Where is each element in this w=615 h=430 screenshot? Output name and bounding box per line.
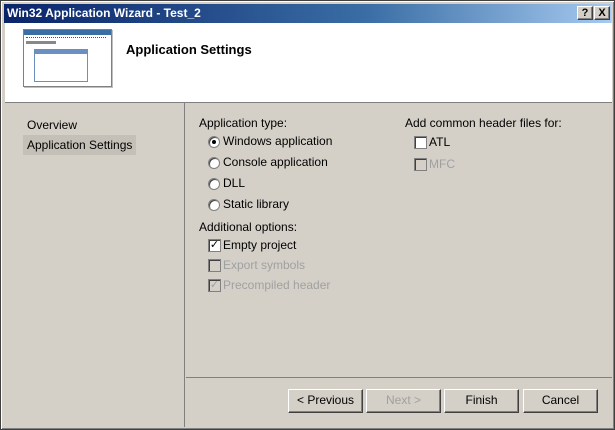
help-button[interactable]: ? xyxy=(577,6,593,20)
window-thumbnail-icon xyxy=(23,29,112,87)
checkbox-label: Export symbols xyxy=(223,258,306,272)
additional-options-label: Additional options: xyxy=(199,220,298,234)
finish-button[interactable]: Finish xyxy=(444,389,519,413)
previous-button[interactable]: < Previous xyxy=(288,389,363,413)
sidebar-item-overview[interactable]: Overview xyxy=(23,115,81,135)
radio-button[interactable] xyxy=(208,199,220,211)
radio-label: Static library xyxy=(223,197,290,211)
checkbox-label: MFC xyxy=(429,157,455,171)
close-button[interactable]: X xyxy=(594,6,610,20)
next-button: Next > xyxy=(366,389,441,413)
checkmark-icon: ✓ xyxy=(208,279,221,292)
checkbox-disabled xyxy=(208,259,221,272)
close-icon: X xyxy=(598,7,606,19)
cancel-button[interactable]: Cancel xyxy=(523,389,598,413)
settings-panel: Application type: Windows application Co… xyxy=(186,103,612,378)
sidebar-item-label: Application Settings xyxy=(27,138,133,152)
checkbox-label: Empty project xyxy=(223,238,297,252)
radio-label: Windows application xyxy=(223,134,333,148)
checkbox-label: Precompiled header xyxy=(223,278,331,292)
sidebar-item-application-settings[interactable]: Application Settings xyxy=(23,135,137,155)
radio-label: Console application xyxy=(223,155,328,169)
question-icon: ? xyxy=(581,7,589,19)
title-bar[interactable]: Win32 Application Wizard - Test_2 ? X xyxy=(4,4,611,23)
checkbox[interactable] xyxy=(414,136,427,149)
application-type-label: Application type: xyxy=(199,116,288,130)
radio-button-checked[interactable] xyxy=(208,136,220,148)
common-headers-label: Add common header files for: xyxy=(405,116,562,130)
radio-button[interactable] xyxy=(208,157,220,169)
checkbox-label: ATL xyxy=(429,135,451,149)
wizard-sidebar: Overview Application Settings xyxy=(5,103,185,427)
page-title: Application Settings xyxy=(126,42,252,57)
checkbox-disabled xyxy=(414,158,427,171)
sidebar-item-label: Overview xyxy=(27,118,78,132)
checkmark-icon[interactable]: ✓ xyxy=(208,239,221,252)
wizard-footer: < Previous Next > Finish Cancel xyxy=(186,379,612,427)
window-title: Win32 Application Wizard - Test_2 xyxy=(7,6,201,20)
radio-label: DLL xyxy=(223,176,246,190)
wizard-window: Win32 Application Wizard - Test_2 ? X Ap… xyxy=(0,0,615,430)
radio-button[interactable] xyxy=(208,178,220,190)
wizard-header-banner: Application Settings xyxy=(5,23,612,103)
